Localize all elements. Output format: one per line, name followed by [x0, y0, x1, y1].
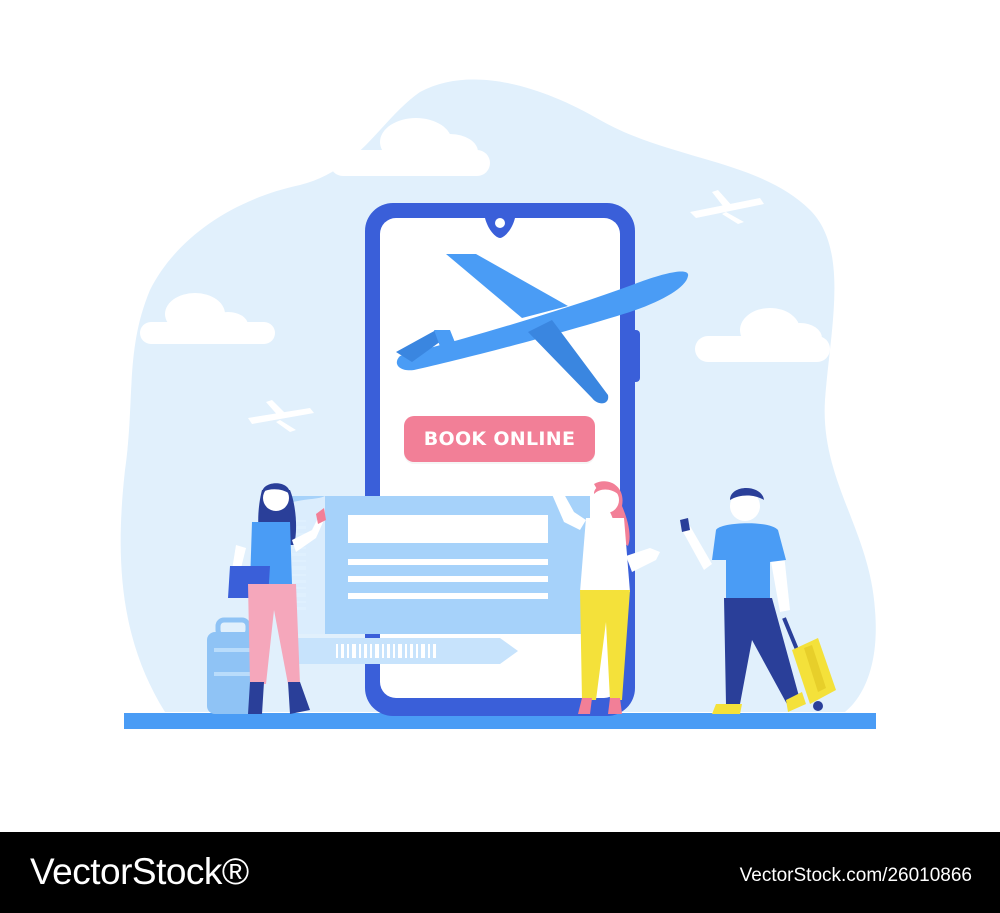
- book-online-button[interactable]: BOOK ONLINE: [404, 416, 595, 462]
- watermark-footer: VectorStock® VectorStock.com/26010866: [0, 832, 1000, 913]
- vectorstock-logo: VectorStock®: [30, 851, 249, 892]
- illustration-scene: BOOK ONLINE: [0, 0, 1000, 832]
- image-id-label: VectorStock.com/26010866: [739, 865, 972, 886]
